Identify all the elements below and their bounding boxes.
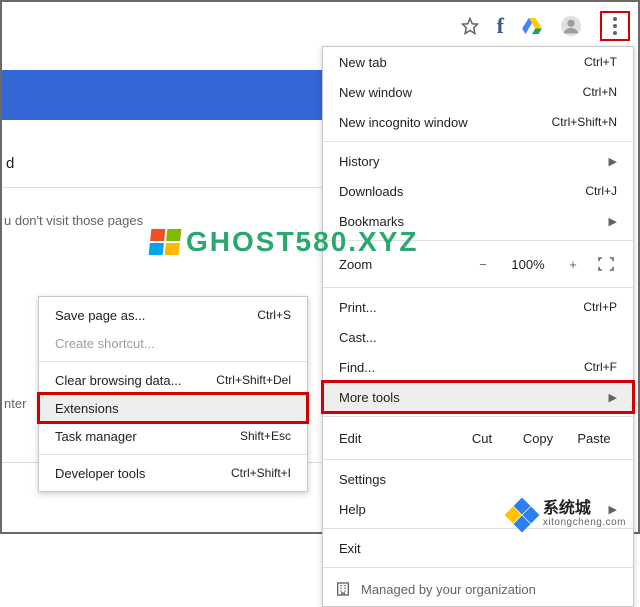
- menu-label: Print...: [339, 300, 583, 315]
- submenu-arrow-icon: ▶: [609, 391, 617, 404]
- edit-copy-button[interactable]: Copy: [515, 431, 561, 446]
- menu-separator: [323, 141, 633, 142]
- bookmark-star-icon[interactable]: [461, 17, 479, 35]
- menu-separator: [39, 454, 307, 455]
- menu-shortcut: Ctrl+F: [584, 360, 617, 374]
- menu-label: Help: [339, 502, 601, 517]
- menu-label: Zoom: [339, 257, 461, 272]
- fullscreen-icon[interactable]: [595, 256, 617, 272]
- menu-new-incognito[interactable]: New incognito window Ctrl+Shift+N: [323, 107, 633, 137]
- menu-exit[interactable]: Exit: [323, 533, 633, 563]
- bg-text-fragment: nter: [4, 396, 26, 411]
- menu-label: Settings: [339, 472, 617, 487]
- menu-shortcut: Ctrl+T: [584, 55, 617, 69]
- chrome-menu-button[interactable]: [600, 11, 630, 41]
- edit-paste-button[interactable]: Paste: [571, 431, 617, 446]
- menu-shortcut: Ctrl+S: [257, 308, 291, 322]
- bg-text-fragment: u don't visit those pages: [4, 213, 143, 228]
- menu-edit-row: Edit Cut Copy Paste: [323, 421, 633, 455]
- profile-avatar-icon[interactable]: [560, 15, 582, 37]
- menu-managed-by-org[interactable]: Managed by your organization: [323, 572, 633, 606]
- menu-shortcut: Ctrl+J: [585, 184, 617, 198]
- menu-shortcut: Shift+Esc: [240, 429, 291, 443]
- browser-toolbar: f: [0, 6, 634, 46]
- menu-separator: [323, 416, 633, 417]
- menu-label: New window: [339, 85, 583, 100]
- menu-label: Exit: [339, 541, 617, 556]
- menu-separator: [323, 459, 633, 460]
- menu-label: Extensions: [55, 401, 291, 416]
- menu-separator: [323, 287, 633, 288]
- submenu-save-page[interactable]: Save page as... Ctrl+S: [39, 301, 307, 329]
- menu-label: Cast...: [339, 330, 617, 345]
- menu-shortcut: Ctrl+Shift+Del: [216, 373, 291, 387]
- menu-label: Developer tools: [55, 466, 231, 481]
- menu-label: New tab: [339, 55, 584, 70]
- menu-more-tools[interactable]: More tools ▶: [323, 382, 633, 412]
- menu-label: Task manager: [55, 429, 240, 444]
- menu-print[interactable]: Print... Ctrl+P: [323, 292, 633, 322]
- menu-shortcut: Ctrl+Shift+N: [552, 115, 617, 129]
- menu-downloads[interactable]: Downloads Ctrl+J: [323, 176, 633, 206]
- facebook-extension-icon[interactable]: f: [497, 13, 504, 39]
- chrome-main-menu: New tab Ctrl+T New window Ctrl+N New inc…: [322, 46, 634, 607]
- menu-label: Downloads: [339, 184, 585, 199]
- menu-label: Find...: [339, 360, 584, 375]
- menu-label: Clear browsing data...: [55, 373, 216, 388]
- menu-label: New incognito window: [339, 115, 552, 130]
- menu-separator: [323, 528, 633, 529]
- more-tools-submenu: Save page as... Ctrl+S Create shortcut..…: [38, 296, 308, 492]
- zoom-in-button[interactable]: +: [561, 257, 585, 272]
- submenu-clear-browsing-data[interactable]: Clear browsing data... Ctrl+Shift+Del: [39, 366, 307, 394]
- menu-find[interactable]: Find... Ctrl+F: [323, 352, 633, 382]
- menu-shortcut: Ctrl+Shift+I: [231, 466, 291, 480]
- menu-separator: [39, 361, 307, 362]
- menu-history[interactable]: History ▶: [323, 146, 633, 176]
- menu-label: Bookmarks: [339, 214, 601, 229]
- menu-new-tab[interactable]: New tab Ctrl+T: [323, 47, 633, 77]
- menu-settings[interactable]: Settings: [323, 464, 633, 494]
- building-icon: [335, 581, 351, 597]
- menu-shortcut: Ctrl+P: [583, 300, 617, 314]
- zoom-out-button[interactable]: −: [471, 257, 495, 272]
- menu-help[interactable]: Help ▶: [323, 494, 633, 524]
- edit-cut-button[interactable]: Cut: [459, 431, 505, 446]
- menu-shortcut: Ctrl+N: [583, 85, 617, 99]
- menu-label: History: [339, 154, 601, 169]
- menu-zoom-row: Zoom − 100% +: [323, 245, 633, 283]
- menu-label: Managed by your organization: [361, 582, 536, 597]
- divider: [2, 187, 322, 188]
- google-drive-icon[interactable]: [522, 17, 542, 35]
- menu-bookmarks[interactable]: Bookmarks ▶: [323, 206, 633, 236]
- submenu-extensions[interactable]: Extensions: [39, 394, 307, 422]
- page-header-bluebar: [2, 70, 322, 120]
- submenu-task-manager[interactable]: Task manager Shift+Esc: [39, 422, 307, 450]
- submenu-developer-tools[interactable]: Developer tools Ctrl+Shift+I: [39, 459, 307, 487]
- submenu-arrow-icon: ▶: [609, 503, 617, 516]
- submenu-create-shortcut: Create shortcut...: [39, 329, 307, 357]
- menu-label: Edit: [339, 431, 449, 446]
- zoom-value: 100%: [505, 257, 551, 272]
- submenu-arrow-icon: ▶: [609, 215, 617, 228]
- bg-text-fragment: d: [6, 155, 14, 172]
- menu-cast[interactable]: Cast...: [323, 322, 633, 352]
- menu-separator: [323, 240, 633, 241]
- menu-label: Save page as...: [55, 308, 257, 323]
- submenu-arrow-icon: ▶: [609, 155, 617, 168]
- menu-new-window[interactable]: New window Ctrl+N: [323, 77, 633, 107]
- menu-label: Create shortcut...: [55, 336, 291, 351]
- menu-label: More tools: [339, 390, 601, 405]
- menu-separator: [323, 567, 633, 568]
